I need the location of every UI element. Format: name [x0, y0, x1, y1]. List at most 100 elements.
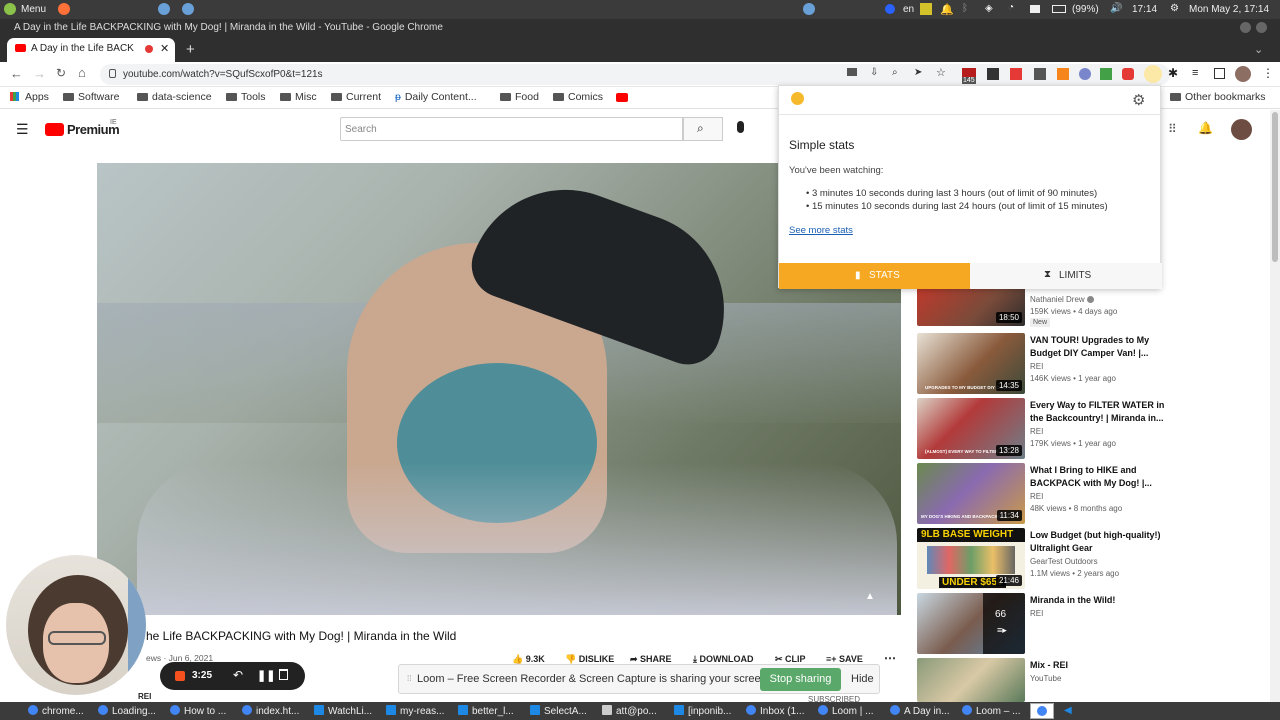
microphone-icon[interactable] [737, 121, 744, 133]
profile-avatar[interactable] [1235, 66, 1251, 82]
more-actions-icon[interactable]: ⋯ [884, 651, 896, 665]
see-more-stats-link[interactable]: See more stats [789, 225, 853, 236]
apps-grid-icon[interactable]: ⠿ [1168, 122, 1177, 136]
extension-icon[interactable] [1100, 68, 1112, 80]
bluetooth-icon[interactable]: ᛒ [962, 3, 968, 14]
os-menu-label[interactable]: Menu [21, 4, 46, 15]
video-thumbnail[interactable]: 9LB BASE WEIGHT UNDER $650 21:46 [917, 528, 1025, 589]
notification-bell-icon[interactable]: 🔔 [940, 3, 954, 16]
taskbar-item[interactable]: SelectA... [530, 705, 602, 717]
page-scrollbar[interactable] [1270, 110, 1280, 702]
youtube-bookmark-icon[interactable] [616, 93, 628, 102]
video-title[interactable]: Low Budget (but high-quality!) Ultraligh… [1030, 529, 1165, 554]
network-icon[interactable]: ◈ [985, 3, 993, 14]
notifications-icon[interactable]: 🔔 [1198, 121, 1213, 135]
taskbar-item[interactable]: Loading... [98, 705, 170, 717]
bookmark-folder-tools[interactable]: Tools [226, 91, 266, 103]
playlist-thumbnail[interactable]: 66 ≡▸ [917, 593, 1025, 654]
video-thumbnail[interactable]: UPGRADES TO MY BUDGET DIY CAMPER 14:35 [917, 333, 1025, 394]
search-button[interactable]: ⌕ [683, 117, 723, 141]
tray-app-icon[interactable] [920, 3, 932, 15]
taskbar-item[interactable]: [inponib... [674, 705, 746, 717]
extension-icon[interactable] [987, 68, 999, 80]
settings-gear-icon[interactable]: ⚙ [1132, 91, 1145, 109]
video-thumbnail[interactable]: 18:50 [917, 285, 1025, 326]
tab-stats[interactable]: ▮ STATS [779, 263, 970, 289]
video-thumbnail[interactable]: MY DOG'S HIKING AND BACKPACKING 11:34 [917, 463, 1025, 524]
extension-icon[interactable] [1010, 68, 1022, 80]
forward-icon[interactable]: → [33, 66, 46, 81]
mix-thumbnail[interactable] [917, 658, 1025, 702]
bookmark-other[interactable]: Other bookmarks [1170, 91, 1266, 103]
taskbar-item[interactable]: Loom – ... [962, 705, 1028, 717]
bookmark-folder-misc[interactable]: Misc [280, 91, 317, 103]
taskbar-item[interactable]: Loom | ... [818, 705, 888, 717]
playlist-title[interactable]: Miranda in the Wild! [1030, 594, 1165, 607]
minimize-icon[interactable] [1240, 22, 1251, 33]
home-icon[interactable]: ⌂ [78, 65, 86, 80]
bookmark-star-icon[interactable]: ☆ [936, 66, 946, 79]
firefox-icon[interactable] [58, 3, 70, 15]
stats-extension-icon[interactable] [1144, 65, 1162, 83]
settings-gear-icon[interactable]: ⚙ [1170, 3, 1179, 14]
media-icon[interactable]: ≡ [1192, 67, 1198, 79]
install-icon[interactable]: ⇩ [870, 67, 878, 78]
lock-icon[interactable] [109, 69, 116, 78]
tab-limits[interactable]: ⧗ LIMITS [970, 263, 1162, 289]
video-channel[interactable]: REI [1030, 492, 1043, 501]
chrome-launcher-icon[interactable] [182, 3, 194, 15]
send-icon[interactable]: ➤ [914, 67, 922, 78]
account-avatar[interactable] [1231, 119, 1252, 140]
playlist-channel[interactable]: REI [1030, 609, 1043, 618]
bookmark-folder-current[interactable]: Current [331, 91, 381, 103]
chrome-launcher-icon[interactable] [803, 3, 815, 15]
chrome-menu-icon[interactable]: ⋮ [1262, 66, 1274, 80]
save-button[interactable]: ≡+ SAVE [826, 654, 863, 664]
extension-icon[interactable] [1122, 68, 1134, 80]
loom-webcam-bubble[interactable] [6, 555, 146, 695]
video-channel[interactable]: Nathaniel Drew [1030, 295, 1094, 304]
restart-icon[interactable]: ↶ [233, 668, 243, 682]
battery-icon[interactable] [1052, 5, 1066, 13]
stop-recording-icon[interactable] [175, 671, 185, 681]
back-icon[interactable]: ← [10, 66, 23, 81]
wifi-icon[interactable]: ◔ [1008, 2, 1014, 13]
scrollbar-thumb[interactable] [1272, 112, 1278, 262]
reload-icon[interactable]: ↻ [56, 66, 66, 80]
bookmark-daily-content[interactable]: ᵽ Daily Content... [395, 91, 477, 103]
taskbar-tray-vscode-icon[interactable]: ◀ [1064, 705, 1072, 716]
video-title[interactable]: What I Bring to HIKE and BACKPACK with M… [1030, 464, 1165, 489]
display-icon[interactable] [1030, 5, 1040, 13]
video-thumbnail[interactable]: (ALMOST) EVERY WAY TO FILTER 13:28 [917, 398, 1025, 459]
metamask-icon[interactable] [1057, 68, 1069, 80]
pause-icon[interactable]: ❚❚ [257, 669, 275, 682]
video-channel[interactable]: REI [1030, 362, 1043, 371]
volume-icon[interactable]: 🔊 [1110, 3, 1122, 14]
taskbar-item[interactable]: WatchLi... [314, 705, 386, 717]
mint-menu-icon[interactable] [4, 3, 16, 15]
extension-icon[interactable] [1079, 68, 1091, 80]
taskbar-item[interactable]: How to ... [170, 705, 240, 717]
mix-channel[interactable]: YouTube [1030, 674, 1061, 683]
video-channel[interactable]: REI [1030, 427, 1043, 436]
extensions-puzzle-icon[interactable]: ✱ [1168, 66, 1178, 80]
bookmark-folder-food[interactable]: Food [500, 91, 539, 103]
extension-icon[interactable] [1034, 68, 1046, 80]
hide-button[interactable]: Hide [851, 673, 874, 685]
drag-handle-icon[interactable]: ⁞⁞ [407, 674, 411, 683]
taskbar-item[interactable]: my-reas... [386, 705, 456, 717]
side-panel-icon[interactable] [1214, 68, 1225, 79]
new-tab-icon[interactable]: + [186, 41, 195, 58]
close-tab-icon[interactable]: ✕ [160, 42, 169, 55]
taskbar-item[interactable]: chrome... [28, 705, 96, 717]
bookmark-apps[interactable]: Apps [10, 91, 49, 103]
youtube-logo-icon[interactable] [45, 123, 64, 136]
video-title[interactable]: Every Way to FILTER WATER in the Backcou… [1030, 399, 1165, 424]
video-title[interactable]: VAN TOUR! Upgrades to My Budget DIY Camp… [1030, 334, 1165, 359]
taskbar-item[interactable]: Inbox (1... [746, 705, 816, 717]
camera-icon[interactable] [847, 68, 857, 76]
search-input[interactable]: Search [340, 117, 683, 141]
bookmark-folder-data-science[interactable]: data-science [137, 91, 212, 103]
stop-sharing-button[interactable]: Stop sharing [760, 668, 841, 691]
browser-tab-active[interactable]: A Day in the Life BACK ✕ [7, 38, 175, 62]
